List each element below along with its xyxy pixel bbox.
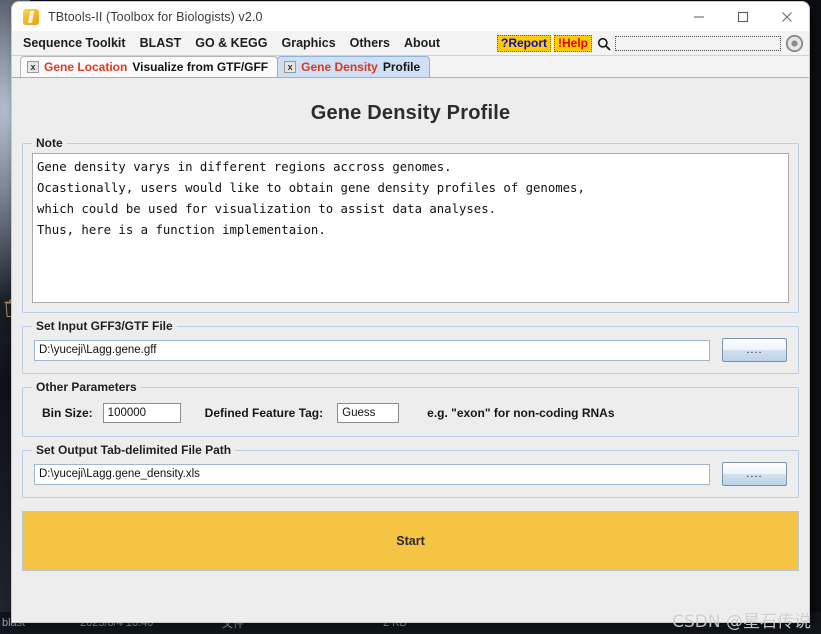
menu-item-graphics[interactable]: Graphics — [274, 31, 342, 56]
search-input[interactable] — [615, 36, 781, 51]
parameters-row: Bin Size: Defined Feature Tag: e.g. "exo… — [34, 399, 787, 425]
menu-item-sequence-toolkit[interactable]: Sequence Toolkit — [16, 31, 133, 56]
desktop-background: blast 2023/6/4 18:40 文件 2 KB TBtools-II … — [0, 0, 821, 634]
title-bar: TBtools-II (Toolbox for Biologists) v2.0 — [12, 2, 809, 31]
report-button[interactable]: ?Report — [497, 35, 551, 52]
menu-item-blast[interactable]: BLAST — [133, 31, 189, 56]
feature-tag-hint: e.g. "exon" for non-coding RNAs — [427, 406, 615, 420]
feature-tag-input[interactable] — [337, 403, 400, 423]
record-circle-icon[interactable] — [786, 35, 803, 52]
menu-bar-right-tools: ?Report !Help — [497, 31, 803, 56]
start-button[interactable]: Start — [22, 511, 799, 571]
menu-bar: Sequence Toolkit BLAST GO & KEGG Graphic… — [12, 31, 809, 56]
menu-item-about[interactable]: About — [397, 31, 447, 56]
page-title: Gene Density Profile — [310, 102, 511, 124]
tab-label-highlight: Gene Location — [44, 60, 128, 74]
output-file-browse-button[interactable]: .... — [722, 462, 787, 486]
menu-item-others[interactable]: Others — [343, 31, 397, 56]
input-file-browse-button[interactable]: .... — [722, 338, 787, 362]
menu-item-go-kegg[interactable]: GO & KEGG — [188, 31, 274, 56]
other-parameters-group: Other Parameters Bin Size: Defined Featu… — [22, 380, 799, 437]
input-file-group: Set Input GFF3/GTF File .... — [22, 319, 799, 374]
tab-label-highlight: Gene Density — [301, 60, 378, 74]
output-file-path-field[interactable] — [34, 463, 710, 485]
input-file-path-field[interactable] — [34, 339, 710, 361]
page-content: Gene Density Profile Note Gene density v… — [12, 78, 809, 622]
tab-strip: x Gene Location Visualize from GTF/GFF x… — [12, 56, 809, 78]
output-file-group: Set Output Tab-delimited File Path .... — [22, 443, 799, 498]
note-text: Gene density varys in different regions … — [32, 153, 789, 303]
close-button[interactable] — [765, 2, 809, 31]
input-file-group-title: Set Input GFF3/GTF File — [32, 319, 177, 333]
note-group-title: Note — [32, 136, 67, 150]
minimize-button[interactable] — [677, 2, 721, 31]
output-file-row: .... — [34, 462, 787, 486]
tab-label-rest: Profile — [382, 60, 421, 74]
help-button[interactable]: !Help — [554, 35, 592, 52]
tab-label-rest: Visualize from GTF/GFF — [132, 60, 269, 74]
window-title: TBtools-II (Toolbox for Biologists) v2.0 — [48, 9, 263, 24]
output-file-group-title: Set Output Tab-delimited File Path — [32, 443, 236, 457]
other-parameters-group-title: Other Parameters — [32, 380, 141, 394]
tab-gene-location-visualize[interactable]: x Gene Location Visualize from GTF/GFF — [20, 56, 279, 77]
tab-close-icon[interactable]: x — [27, 61, 39, 73]
note-group: Note Gene density varys in different reg… — [22, 136, 799, 313]
window-controls — [677, 2, 809, 31]
search-icon[interactable] — [595, 35, 612, 52]
feature-tag-label: Defined Feature Tag: — [204, 406, 324, 420]
tab-close-icon[interactable]: x — [284, 61, 297, 73]
application-window: TBtools-II (Toolbox for Biologists) v2.0… — [12, 2, 809, 622]
bin-size-input[interactable] — [102, 403, 181, 423]
input-file-row: .... — [34, 338, 787, 362]
maximize-button[interactable] — [721, 2, 765, 31]
tbtools-logo-icon — [23, 8, 39, 25]
bin-size-label: Bin Size: — [42, 406, 93, 420]
tab-gene-density-profile[interactable]: x Gene Density Profile — [277, 56, 431, 77]
